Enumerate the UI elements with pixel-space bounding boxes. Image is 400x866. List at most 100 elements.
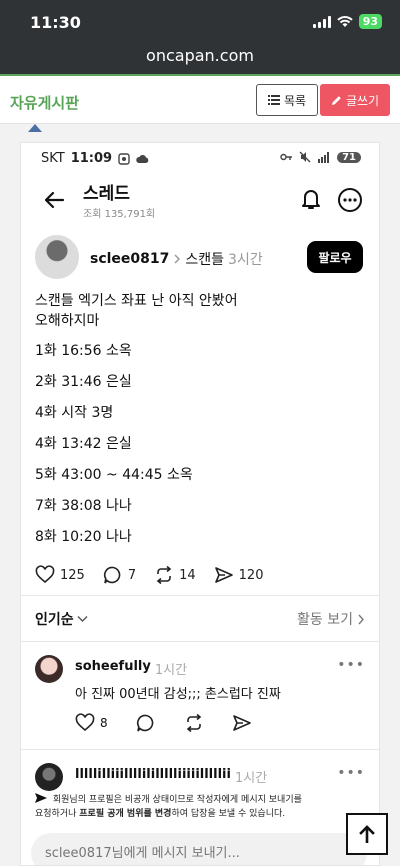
more-options-icon[interactable]: [337, 187, 363, 213]
post-intro: 스캔들 엑기스 좌표 난 아직 안봤어 오해하지마: [35, 291, 365, 331]
chevron-right-icon: [358, 614, 364, 624]
divider: [21, 641, 379, 642]
sort-label: 인기순: [35, 612, 74, 628]
comment-time: 1시간: [234, 771, 268, 786]
pencil-icon: [331, 95, 341, 105]
post-intro-line: 오해하지마: [35, 313, 100, 329]
comment-text: 아 진짜 00년대 감성;;; 촌스럽다 진짜: [75, 687, 281, 702]
bell-icon[interactable]: [299, 187, 323, 211]
send-filled-icon: [35, 793, 47, 803]
repost-icon: [156, 565, 172, 585]
post-line: 1화 16:56 소옥: [35, 343, 132, 359]
comment-header: soheefully 1시간: [75, 659, 187, 678]
scroll-to-top-button[interactable]: [346, 813, 388, 855]
status-bar: 11:30 93: [0, 0, 400, 44]
post-line: 4화 시작 3명: [35, 405, 114, 421]
screen-record-icon: [118, 152, 130, 165]
activity-link[interactable]: 활동 보기: [297, 609, 365, 629]
comment-actions: 8: [75, 713, 252, 733]
post-intro-line: 스캔들 엑기스 좌표 난 아직 안봤어: [35, 293, 238, 309]
thread-view-count: 조회 135,791회: [83, 209, 156, 220]
write-button[interactable]: 글쓰기: [320, 84, 390, 116]
repost-button[interactable]: 14: [154, 565, 196, 585]
sort-dropdown[interactable]: 인기순: [35, 609, 88, 629]
cloud-icon: [136, 154, 149, 163]
lte-signal-icon: [318, 151, 330, 163]
repost-count: 14: [179, 567, 196, 583]
commenter-username[interactable]: lllllilliiillllilillllliiiiilllllii: [75, 767, 231, 786]
post-community[interactable]: 스캔들: [185, 249, 224, 269]
activity-link-label: 활동 보기: [297, 612, 353, 628]
post-author-row: sclee0817 스캔들 3시간 팔로우: [35, 235, 367, 285]
thread-header: 스레드 조회 135,791회: [21, 175, 379, 225]
list-button-label: 목록: [283, 93, 307, 108]
sort-row: 인기순 활동 보기: [35, 609, 365, 633]
list-button[interactable]: 목록: [256, 84, 318, 116]
author-username[interactable]: sclee0817: [90, 251, 169, 267]
site-header: 자유게시판 목록 글쓰기: [0, 74, 400, 124]
private-profile-notice: 회원님의 프로필은 비공개 상태이므로 작성자에게 메시지 보내기를 요청하거나…: [21, 793, 379, 831]
comment-icon[interactable]: [136, 713, 156, 733]
comment-like-count: 8: [100, 716, 108, 730]
notice-text: 하여 답장을 보낼 수 있습니다.: [171, 809, 286, 819]
divider: [21, 595, 379, 596]
like-button[interactable]: 125: [35, 565, 85, 585]
author-line: sclee0817 스캔들 3시간: [90, 249, 263, 269]
phone-battery: 71: [337, 151, 361, 163]
key-icon: [280, 153, 293, 161]
comment-like-button[interactable]: 8: [75, 713, 108, 733]
author-avatar[interactable]: [35, 235, 79, 279]
comment-icon: [103, 566, 121, 584]
divider: [21, 749, 379, 750]
chevron-down-icon: [77, 616, 88, 622]
post-actions: 125 7 14 120: [35, 563, 365, 587]
heart-icon: [35, 565, 55, 584]
browser-url: oncapan.com: [146, 46, 254, 65]
commenter-avatar[interactable]: [35, 655, 63, 683]
list-icon: [267, 95, 280, 105]
comment-more-icon[interactable]: •••: [337, 657, 365, 673]
battery-indicator: 93: [358, 14, 382, 29]
commenter-username[interactable]: soheefully: [75, 659, 151, 678]
signal-icon: [312, 15, 331, 28]
post-line: 5화 43:00 ~ 44:45 소옥: [35, 467, 193, 483]
share-count: 120: [238, 567, 264, 583]
wifi-icon: [336, 15, 353, 27]
comment-item: lllllilliiillllilillllliiiiilllllii 1시간 …: [35, 763, 365, 793]
notice-text: 요청하거나: [35, 809, 80, 819]
message-input[interactable]: [31, 833, 367, 865]
repost-icon[interactable]: [184, 713, 204, 733]
post-time: 3시간: [228, 252, 263, 268]
like-count: 125: [60, 567, 85, 583]
share-button[interactable]: 120: [214, 565, 264, 585]
notice-link[interactable]: 프로필 공개 범위를 변경: [79, 809, 171, 819]
post-line: 7화 38:08 나나: [35, 498, 132, 514]
comment-time: 1시간: [154, 663, 188, 678]
heart-icon: [75, 713, 95, 732]
write-button-label: 글쓰기: [345, 93, 380, 108]
comment-header: lllllilliiillllilillllliiiiilllllii 1시간: [75, 767, 267, 786]
chevron-right-icon: [174, 254, 181, 264]
send-icon[interactable]: [232, 713, 252, 733]
post-body: 스캔들 엑기스 좌표 난 아직 안봤어 오해하지마 1화 16:56 소옥 2화…: [35, 291, 365, 558]
comment-count: 7: [127, 567, 137, 583]
status-time: 11:30: [30, 13, 81, 32]
browser-url-bar[interactable]: oncapan.com: [0, 44, 400, 74]
mute-icon: [299, 151, 311, 163]
phone-status-bar: SKT 11:09 71: [21, 143, 379, 175]
phone-carrier: SKT: [41, 151, 65, 166]
arrow-up-icon: [359, 825, 375, 843]
comment-item: soheefully 1시간 ••• 아 진짜 00년대 감성;;; 촌스럽다 …: [35, 655, 365, 745]
comment-button[interactable]: 7: [103, 565, 136, 585]
notice-text: 회원님의 프로필은 비공개 상태이므로 작성자에게 메시지 보내기를: [52, 795, 302, 805]
post-line: 2화 31:46 은실: [35, 374, 132, 390]
embedded-screenshot: SKT 11:09 71 스레드 조회 135,791회 sclee0817 스…: [20, 142, 380, 866]
thread-title: 스레드: [83, 184, 130, 204]
back-arrow-icon[interactable]: [43, 189, 65, 211]
comment-more-icon[interactable]: •••: [337, 765, 365, 781]
board-title[interactable]: 자유게시판: [10, 92, 79, 113]
follow-button[interactable]: 팔로우: [307, 241, 363, 273]
commenter-avatar[interactable]: [35, 763, 63, 791]
status-icons: 93: [312, 14, 382, 29]
post-line: 8화 10:20 나나: [35, 529, 132, 545]
